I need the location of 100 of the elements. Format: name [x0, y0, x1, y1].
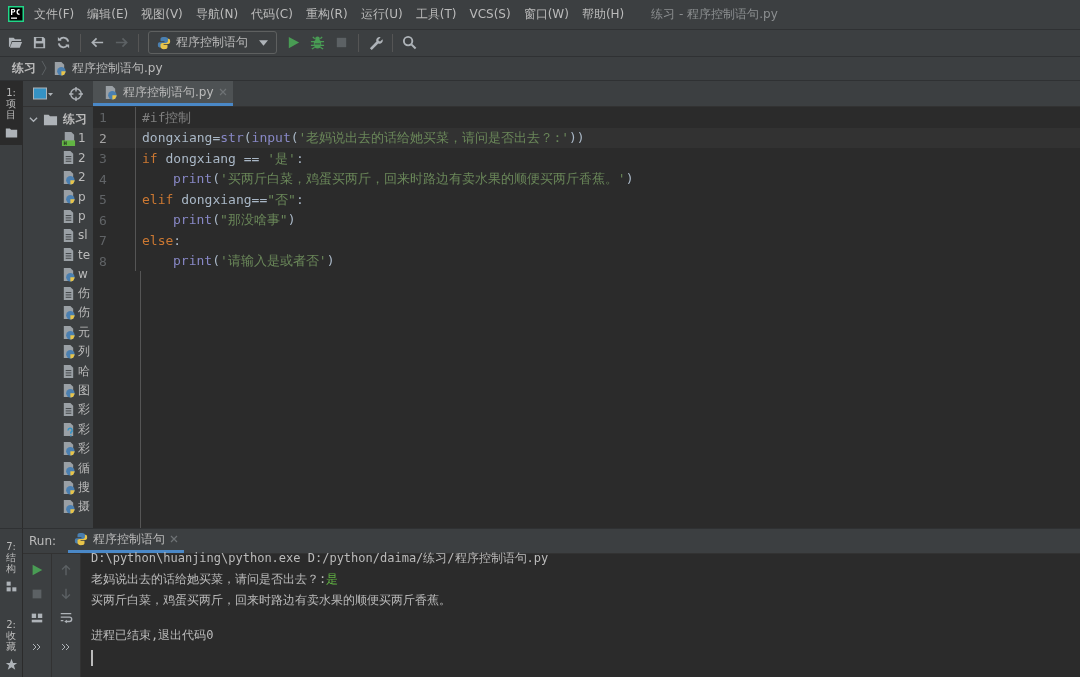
text-file-icon	[61, 227, 76, 243]
layout-icon[interactable]	[30, 611, 44, 625]
tree-item[interactable]: 元	[78, 323, 90, 341]
line-number: 8	[93, 250, 136, 272]
console-line: D:\python\huanjing\python.exe D:/python/daima/练习/程序控制语句.py	[91, 550, 549, 567]
star-icon	[4, 658, 18, 671]
tree-item[interactable]: 1	[78, 131, 86, 146]
python-file-icon	[61, 499, 76, 515]
more-icon[interactable]	[32, 643, 42, 651]
code-line: print('买两斤白菜，鸡蛋买两斤，回来时路边有卖水果的顺便买两斤香蕉。')	[173, 170, 634, 189]
wrench-icon[interactable]	[368, 35, 383, 51]
console-line: 买两斤白菜，鸡蛋买两斤，回来时路边有卖水果的顺便买两斤香蕉。	[91, 592, 451, 609]
code-line: else:	[142, 233, 182, 249]
menu-item[interactable]: 帮助(H)	[581, 5, 625, 23]
html-file-icon	[61, 130, 76, 146]
tree-item[interactable]: 2	[78, 150, 86, 165]
python-file-icon	[61, 189, 76, 205]
menu-item[interactable]: 重构(R)	[305, 5, 348, 23]
tree-item[interactable]: te	[78, 247, 91, 262]
caret-icon	[259, 39, 268, 46]
run-configuration-dropdown[interactable]: 程序控制语句	[148, 31, 277, 55]
line-number: 3	[93, 148, 136, 169]
tree-item[interactable]: 哈	[78, 362, 90, 380]
tree-item[interactable]: 彩	[78, 401, 90, 419]
python-file-icon	[61, 383, 76, 399]
console-line: 进程已结束,退出代码0	[91, 627, 214, 644]
menu-item[interactable]: VCS(S)	[469, 7, 511, 22]
tree-item[interactable]: 彩	[78, 440, 90, 458]
python-file-icon	[61, 441, 76, 457]
tree-item[interactable]: sl	[78, 228, 88, 243]
python-file-icon	[61, 344, 76, 360]
tree-item[interactable]: 彩	[78, 420, 90, 438]
code-line: if dongxiang == '是':	[142, 149, 304, 168]
text-cursor	[91, 650, 93, 666]
text-file-icon	[61, 363, 76, 379]
breadcrumb-item[interactable]: 程序控制语句.py	[72, 60, 163, 77]
search-icon[interactable]	[402, 35, 417, 51]
line-number: 4	[93, 168, 136, 190]
menu-item[interactable]: 视图(V)	[141, 5, 183, 23]
text-file-icon	[61, 402, 76, 418]
unknown-file-icon	[61, 421, 76, 437]
python-file-icon	[61, 480, 76, 495]
tree-item[interactable]: w	[78, 267, 88, 282]
menu-item[interactable]: 运行(U)	[360, 5, 403, 23]
app-logo-icon	[8, 6, 24, 23]
text-file-icon	[61, 247, 76, 263]
tree-item[interactable]: 摄	[78, 498, 90, 516]
menu-item[interactable]: 工具(T)	[415, 5, 457, 23]
run-icon[interactable]	[286, 35, 301, 51]
tree-item[interactable]: 搜	[78, 479, 90, 496]
menu-item[interactable]: 文件(F)	[34, 5, 75, 23]
line-number: 7	[93, 230, 136, 251]
text-file-icon	[61, 208, 76, 224]
menu-item[interactable]: 导航(N)	[195, 5, 239, 23]
python-file-icon	[61, 305, 76, 321]
python-file-icon	[61, 169, 76, 185]
code-line: dongxiang=str(input('老妈说出去的话给她买菜，请问是否出去？:'))	[142, 129, 585, 148]
run-label: Run:	[29, 534, 57, 548]
line-number: 6	[93, 209, 136, 231]
tree-item[interactable]: p	[78, 209, 86, 224]
python-file-icon	[61, 460, 76, 476]
tree-item[interactable]: 练习	[63, 110, 87, 128]
sync-icon[interactable]	[56, 35, 71, 51]
code-line: print("那没啥事")	[173, 211, 296, 230]
python-file-icon	[103, 84, 118, 100]
tree-item[interactable]: 循	[78, 459, 90, 477]
structure-icon	[4, 580, 18, 593]
menu-item[interactable]: 编辑(E)	[87, 5, 129, 23]
folder-icon[interactable]	[8, 35, 23, 51]
python-icon	[157, 35, 171, 50]
python-file-icon	[61, 324, 76, 340]
window-title: 练习 - 程序控制语句.py	[651, 5, 778, 23]
tree-item[interactable]: 伤	[78, 285, 90, 303]
chevron-icon	[41, 60, 47, 77]
more-icon[interactable]	[61, 643, 71, 651]
tool-window-tab[interactable]: 2: 收藏	[6, 619, 16, 652]
run-tab[interactable]: 程序控制语句	[68, 529, 185, 553]
breadcrumb-item[interactable]: 练习	[12, 60, 36, 77]
line-number: 5	[93, 189, 136, 210]
locate-icon[interactable]	[69, 86, 83, 101]
tool-window-tab[interactable]: 7: 结构	[6, 541, 16, 574]
menu-item[interactable]: 窗口(W)	[523, 5, 569, 23]
code-line: print('请输入是或者否')	[173, 252, 335, 271]
code-line: elif dongxiang=="否":	[142, 190, 304, 209]
python-icon	[74, 532, 89, 547]
tree-item[interactable]: 2	[78, 170, 86, 185]
tree-item[interactable]: 图	[78, 382, 90, 400]
text-file-icon	[61, 150, 76, 166]
console-line: 老妈说出去的话给她买菜，请问是否出去？:是	[91, 571, 339, 588]
tree-item[interactable]: 列	[78, 343, 90, 361]
editor-tab[interactable]: 程序控制语句.py	[93, 81, 233, 107]
tree-item[interactable]: 伤	[78, 304, 90, 322]
tree-item[interactable]: p	[78, 189, 86, 204]
bug-icon[interactable]	[310, 35, 325, 51]
line-number: 2	[93, 127, 136, 149]
rerun-icon[interactable]	[30, 563, 44, 577]
menu-item[interactable]: 代码(C)	[251, 5, 293, 23]
soft-wrap-icon[interactable]	[59, 611, 73, 625]
text-file-icon	[61, 286, 76, 302]
save-icon[interactable]	[32, 35, 47, 51]
